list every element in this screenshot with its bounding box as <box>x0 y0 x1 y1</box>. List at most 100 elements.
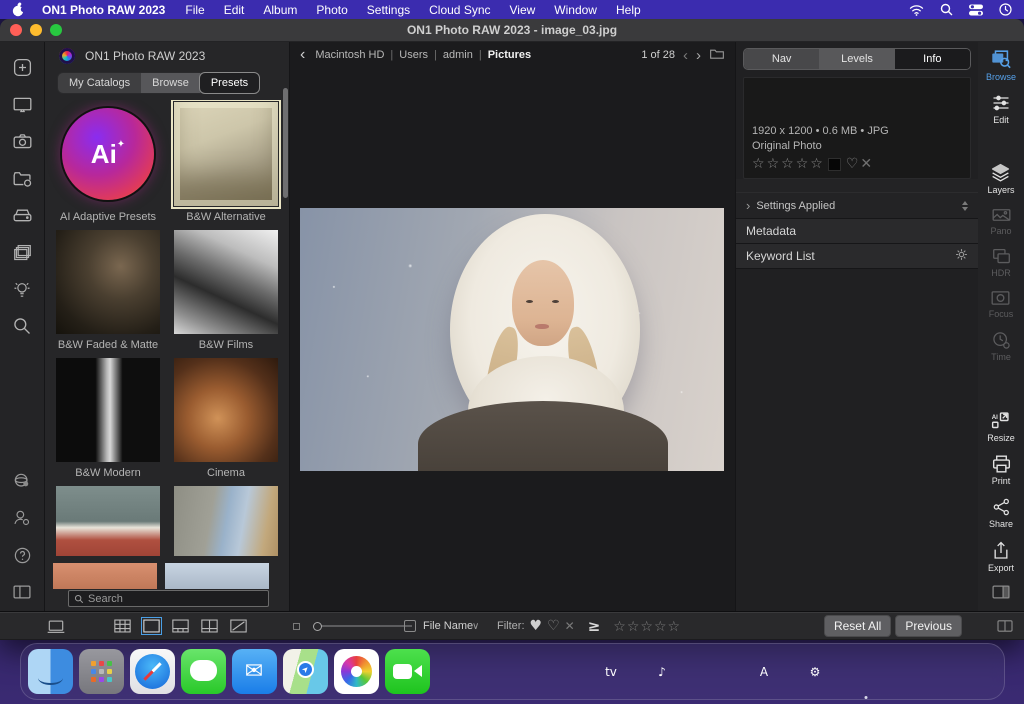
right-panel-toggle-icon[interactable] <box>991 584 1011 603</box>
module-pano[interactable]: Pano <box>990 206 1011 236</box>
grid-view-icon[interactable] <box>112 617 133 635</box>
menu-album[interactable]: Album <box>263 3 297 17</box>
dock-photos[interactable] <box>334 649 379 694</box>
hard-drive-icon[interactable] <box>12 204 33 226</box>
add-source-icon[interactable] <box>12 56 33 78</box>
metadata-section-header[interactable]: Metadata <box>736 219 978 244</box>
help-icon[interactable] <box>13 544 32 566</box>
thumbnail-size-slider[interactable] <box>313 622 322 631</box>
tab-levels[interactable]: Levels <box>819 49 894 69</box>
dual-panel-toggle-icon[interactable] <box>996 612 1014 640</box>
dock-contacts[interactable] <box>436 649 481 694</box>
module-browse[interactable]: Browse <box>986 48 1016 82</box>
filename-checkbox[interactable] <box>404 620 416 632</box>
menubar-app-name[interactable]: ON1 Photo RAW 2023 <box>42 3 165 17</box>
dock-mail[interactable]: ✉ <box>232 649 277 694</box>
dock-apple-tv[interactable]: tv <box>589 649 634 694</box>
dock-music[interactable]: ♪ <box>640 649 685 694</box>
preset-bw-faded-matte[interactable]: B&W Faded & Matte <box>53 230 163 351</box>
module-export[interactable]: Export <box>988 540 1014 573</box>
preset-thumbnail[interactable] <box>53 563 157 589</box>
dock-messages[interactable] <box>181 649 226 694</box>
preset-thumbnail[interactable] <box>56 358 160 462</box>
menu-edit[interactable]: Edit <box>224 3 245 17</box>
preset-thumbnail[interactable] <box>174 230 278 334</box>
wifi-icon[interactable] <box>909 4 924 16</box>
color-label-swatch[interactable] <box>828 158 841 171</box>
back-icon[interactable]: ‹ <box>300 47 305 63</box>
star-icon[interactable]: ☆ <box>796 156 809 172</box>
reset-all-button[interactable]: Reset All <box>824 615 891 637</box>
menu-window[interactable]: Window <box>554 3 597 17</box>
keyword-list-section-header[interactable]: Keyword List <box>736 244 978 269</box>
photo-stack-icon[interactable] <box>12 241 33 263</box>
module-hdr[interactable]: HDR <box>991 247 1012 278</box>
module-print[interactable]: Print <box>991 454 1012 486</box>
tab-browse[interactable]: Browse <box>141 73 200 93</box>
preset-cinema[interactable]: Cinema <box>171 358 281 479</box>
filmstrip-view-icon[interactable] <box>170 617 191 635</box>
preset-thumbnail[interactable] <box>174 358 278 462</box>
dock-app-store[interactable]: A <box>742 649 787 694</box>
star-icon[interactable]: ☆ <box>767 156 780 172</box>
like-icon[interactable]: ♡ <box>846 156 859 172</box>
breadcrumb-users[interactable]: Users <box>399 49 428 61</box>
left-panel-toggle-icon[interactable] <box>12 581 32 603</box>
preset-thumbnail[interactable] <box>56 230 160 334</box>
dock-reminders[interactable] <box>487 649 532 694</box>
module-edit[interactable]: Edit <box>991 93 1011 125</box>
preset-ai-adaptive[interactable]: Ai✦ AI Adaptive Presets <box>53 102 163 223</box>
menu-photo[interactable]: Photo <box>316 3 347 17</box>
next-photo-icon[interactable]: › <box>696 48 701 63</box>
preset-thumbnail[interactable] <box>174 486 278 556</box>
show-on-display-icon[interactable] <box>46 612 66 640</box>
menu-help[interactable]: Help <box>616 3 641 17</box>
zoom-window-button[interactable] <box>50 24 62 36</box>
search-rail-icon[interactable] <box>12 315 32 337</box>
cloud-sync-status-icon[interactable] <box>12 470 32 492</box>
reject-icon[interactable]: ✕ <box>860 156 872 172</box>
dock-system-settings[interactable]: ⚙ <box>793 649 838 694</box>
stepper-icon[interactable] <box>962 201 968 211</box>
close-window-button[interactable] <box>10 24 22 36</box>
spotlight-icon[interactable] <box>940 3 953 16</box>
module-time[interactable]: Time <box>991 330 1011 362</box>
liked-filter-icon[interactable]: ♥ <box>530 618 543 634</box>
apple-menu-icon[interactable] <box>12 3 26 17</box>
compare-view-icon[interactable] <box>199 617 220 635</box>
dock-finder[interactable] <box>28 649 73 694</box>
breadcrumb-pictures[interactable]: Pictures <box>488 49 531 61</box>
tab-presets[interactable]: Presets <box>199 72 260 94</box>
star-icon[interactable]: ☆ <box>781 156 794 172</box>
module-layers[interactable]: Layers <box>987 162 1014 195</box>
rating-threshold-icon[interactable]: ≥ <box>588 617 601 635</box>
star-icon[interactable]: ☆ <box>752 156 765 172</box>
preset-bw-alternative[interactable]: B&W Alternative <box>171 102 281 223</box>
preset-thumbnail[interactable] <box>165 563 269 589</box>
tab-my-catalogs[interactable]: My Catalogs <box>58 73 141 93</box>
tab-nav[interactable]: Nav <box>744 49 819 69</box>
star-icon[interactable]: ☆ <box>810 156 823 172</box>
dock-on1-photo-raw[interactable] <box>844 649 889 694</box>
control-center-icon[interactable] <box>969 4 983 16</box>
account-icon[interactable] <box>12 507 32 529</box>
preset-color-grade[interactable]: Color Grade <box>171 486 281 556</box>
disliked-filter-icon[interactable]: ✕ <box>565 619 575 633</box>
camera-source-icon[interactable] <box>12 130 33 152</box>
menu-settings[interactable]: Settings <box>367 3 410 17</box>
previous-photo-icon[interactable]: ‹ <box>683 48 688 63</box>
preset-bw-films[interactable]: B&W Films <box>171 230 281 351</box>
menu-view[interactable]: View <box>510 3 536 17</box>
preset-color-film[interactable]: Color Film <box>53 486 163 556</box>
menu-cloud-sync[interactable]: Cloud Sync <box>429 3 490 17</box>
preset-thumbnail-selected[interactable] <box>174 102 278 206</box>
sort-dropdown-icon[interactable]: ∨ <box>472 612 479 640</box>
module-resize[interactable]: AI Resize <box>987 410 1015 443</box>
preset-thumbnail[interactable] <box>56 486 160 556</box>
dock-launchpad[interactable] <box>79 649 124 694</box>
star-filter[interactable]: ☆☆☆☆☆ <box>613 618 681 635</box>
clock-icon[interactable] <box>999 3 1012 16</box>
dock-maps[interactable] <box>283 649 328 694</box>
module-share[interactable]: Share <box>989 497 1013 529</box>
photo-view-icon[interactable] <box>141 617 162 635</box>
